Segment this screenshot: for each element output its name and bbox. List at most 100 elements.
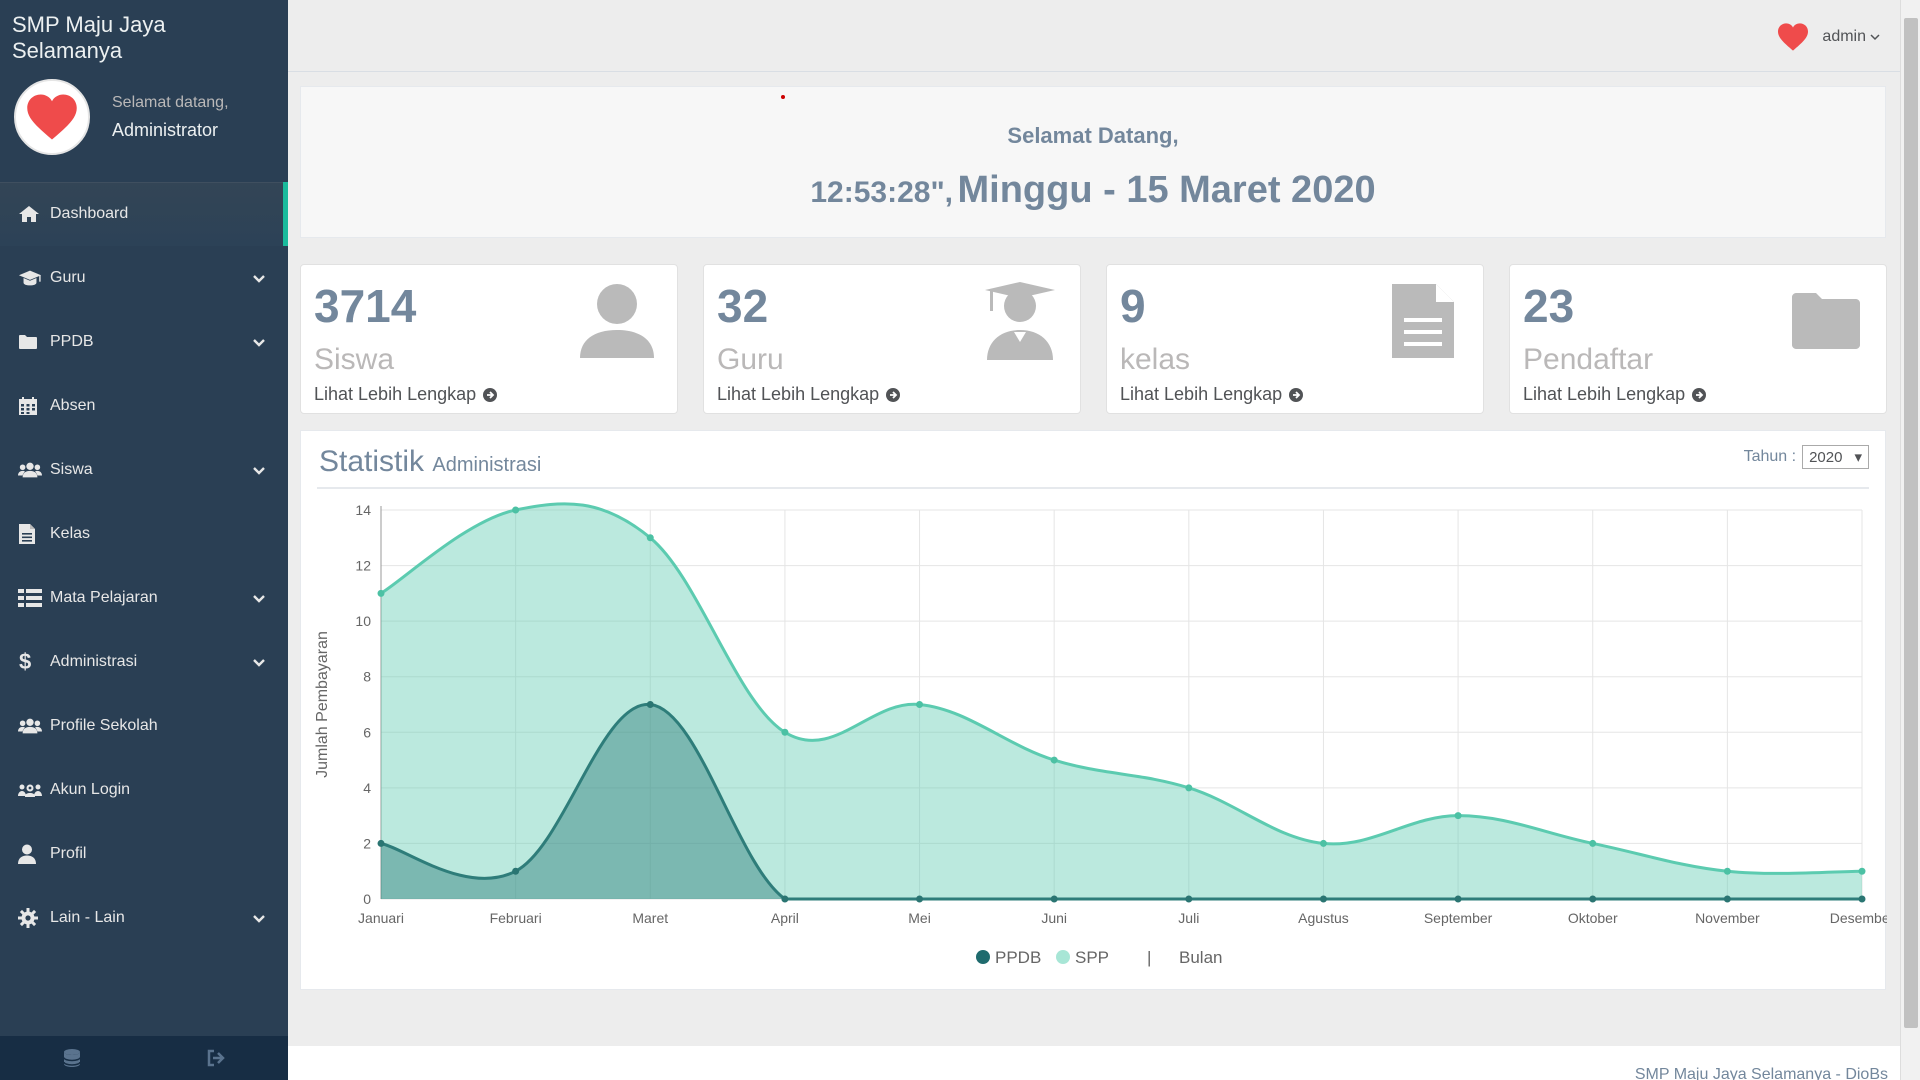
sidebar-item-label: Mata Pelajaran — [50, 589, 158, 606]
sidebar-item-siswa[interactable]: Siswa — [0, 438, 288, 502]
welcome-text: Selamat datang, — [112, 93, 229, 111]
sidebar-item-administrasi[interactable]: $ Administrasi — [0, 630, 288, 694]
point-ppdb — [1589, 895, 1597, 903]
tile-more-label: Lihat Lebih Lengkap — [717, 384, 880, 404]
greeting: Selamat Datang, — [1007, 123, 1179, 148]
scrollbar-thumb[interactable] — [1904, 18, 1918, 1028]
y-tick-label: 0 — [363, 891, 371, 907]
arrow-circle-right-icon — [1289, 387, 1304, 402]
sidebar-item-ppdb[interactable]: PPDB — [0, 310, 288, 374]
sidebar-item-label: Dashboard — [50, 205, 129, 222]
tile-label: Siswa — [314, 343, 395, 376]
x-tick-label: Juni — [1041, 910, 1067, 926]
user-menu[interactable]: admin — [1776, 22, 1880, 52]
sign-out-icon — [207, 1049, 225, 1067]
sidebar-item-absen[interactable]: Absen — [0, 374, 288, 438]
point-ppdb — [377, 839, 385, 847]
point-ppdb — [1319, 895, 1327, 903]
arrow-circle-right-icon — [886, 387, 901, 402]
sidebar-item-mata-pelajaran[interactable]: Mata Pelajaran — [0, 566, 288, 630]
sidebar-item-akun-login[interactable]: Akun Login — [0, 758, 288, 822]
point-ppdb — [1723, 895, 1731, 903]
point-spp — [1589, 839, 1597, 847]
folder-icon — [18, 332, 42, 352]
users-icon — [18, 716, 42, 736]
sidebar-item-kelas[interactable]: Kelas — [0, 502, 288, 566]
brand-title[interactable]: SMP Maju Jaya Selamanya — [0, 0, 288, 63]
sidebar-item-profil[interactable]: Profil — [0, 822, 288, 886]
point-ppdb — [781, 895, 789, 903]
top-nav: admin — [288, 0, 1900, 72]
y-tick-label: 14 — [355, 502, 371, 518]
tile-more-link[interactable]: Lihat Lebih Lengkap — [717, 384, 901, 405]
legend-label-spp: SPP — [1075, 948, 1109, 967]
point-spp — [1454, 812, 1462, 820]
tile-label: Guru — [717, 343, 784, 376]
chevron-down-icon — [252, 271, 266, 285]
y-tick-label: 12 — [355, 558, 371, 574]
svg-text:$: $ — [19, 650, 31, 674]
tile-count: 23 — [1523, 280, 1575, 332]
tile-more-link[interactable]: Lihat Lebih Lengkap — [314, 384, 498, 405]
users-icon — [18, 460, 42, 480]
x-tick-label: November — [1695, 910, 1760, 926]
point-ppdb — [1858, 895, 1866, 903]
users-cog-icon — [18, 780, 42, 800]
chevron-down-icon — [252, 335, 266, 349]
tile-more-link[interactable]: Lihat Lebih Lengkap — [1523, 384, 1707, 405]
logout-button[interactable] — [144, 1036, 288, 1080]
gear-icon — [18, 908, 42, 928]
sidebar-item-guru[interactable]: Guru — [0, 246, 288, 310]
sidebar-item-lain-lain[interactable]: Lain - Lain — [0, 886, 288, 950]
chevron-down-icon — [252, 655, 266, 669]
y-tick-label: 10 — [355, 613, 371, 629]
chevron-down-icon — [1870, 34, 1880, 41]
graduation-cap-icon — [18, 268, 42, 288]
sidebar-menu: Dashboard Guru PPDB Absen Siswa Kelas Mata Pel… — [0, 182, 288, 950]
calendar-icon — [18, 396, 42, 416]
x-tick-label: September — [1424, 910, 1493, 926]
sidebar-item-dashboard[interactable]: Dashboard — [0, 182, 288, 246]
x-tick-label: April — [771, 910, 799, 926]
document-icon — [1379, 277, 1467, 365]
sidebar-item-label: Administrasi — [50, 653, 138, 670]
table-icon — [18, 588, 42, 608]
point-spp — [512, 506, 520, 514]
red-dot — [781, 95, 785, 99]
tile-more-label: Lihat Lebih Lengkap — [314, 384, 477, 404]
sidebar-item-label: Akun Login — [50, 781, 131, 798]
tile-label: Pendaftar — [1523, 343, 1654, 376]
tile-more-link[interactable]: Lihat Lebih Lengkap — [1120, 384, 1304, 405]
point-spp — [1050, 756, 1058, 764]
footer-text: SMP Maju Jaya Selamanya - DioBs — [1634, 1066, 1888, 1080]
tile-count: 9 — [1120, 280, 1146, 332]
datetime: 12:53:28", Minggu - 15 Maret 2020 — [301, 169, 1885, 212]
sidebar-item-profile-sekolah[interactable]: Profile Sekolah — [0, 694, 288, 758]
x-tick-label: Februari — [490, 910, 542, 926]
user-icon — [573, 277, 661, 365]
sidebar-item-label: Lain - Lain — [50, 909, 125, 926]
x-tick-label: Maret — [632, 910, 668, 926]
x-axis-label: Bulan — [1179, 948, 1222, 967]
chevron-down-icon — [252, 591, 266, 605]
scrollbar[interactable] — [1900, 0, 1920, 1080]
tile-more-label: Lihat Lebih Lengkap — [1523, 384, 1686, 404]
tile-more-label: Lihat Lebih Lengkap — [1120, 384, 1283, 404]
area-chart: 0 2 4 6 8 10 12 14 Januari Februari Maret April Mei J… — [314, 502, 1887, 967]
dollar-icon: $ — [18, 650, 42, 674]
legend-label-ppdb: PPDB — [995, 948, 1041, 967]
tile-pendaftar: 23 Pendaftar Lihat Lebih Lengkap — [1509, 264, 1887, 414]
legend-separator: | — [1147, 948, 1151, 967]
heart-icon — [27, 94, 77, 140]
database-button[interactable] — [0, 1036, 144, 1080]
x-tick-label: Desember — [1830, 910, 1887, 926]
point-ppdb — [916, 895, 924, 903]
point-spp — [781, 728, 789, 736]
chart-panel: Statistik Administrasi Tahun : 2020 ▾ 024… — [300, 430, 1887, 990]
point-ppdb — [512, 867, 520, 875]
user-icon — [18, 844, 42, 864]
point-spp — [1723, 867, 1731, 875]
point-spp — [916, 701, 924, 708]
tile-label: kelas — [1120, 343, 1191, 376]
sidebar-item-label: Profil — [50, 845, 87, 862]
